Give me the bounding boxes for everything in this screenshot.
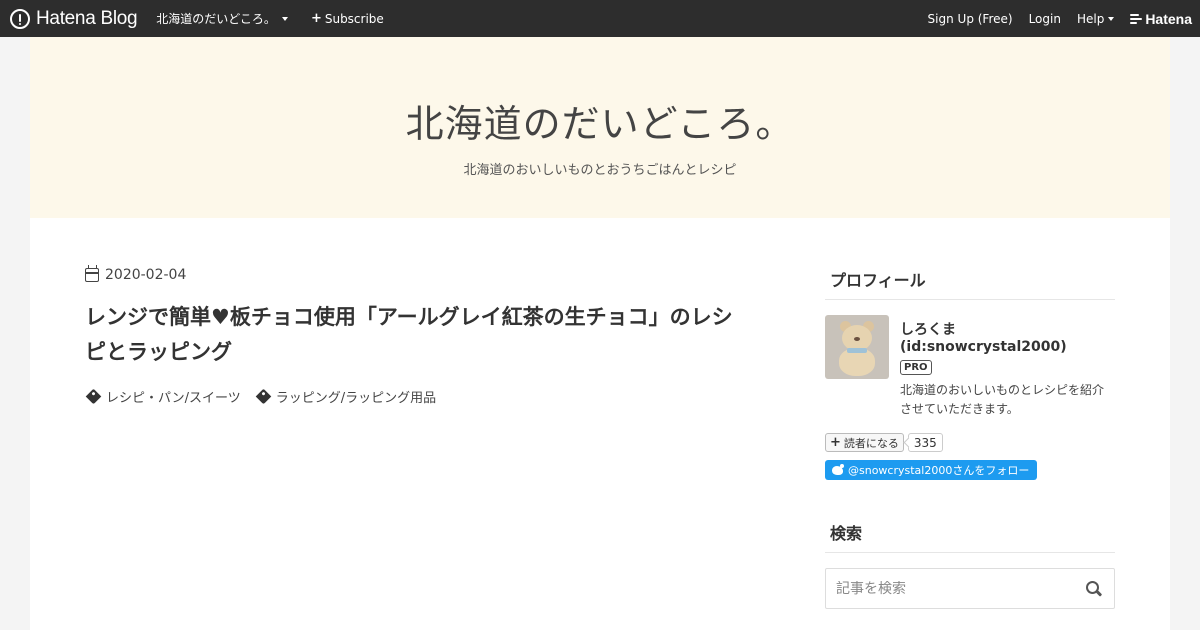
article-date[interactable]: 2020-02-04 xyxy=(85,265,745,283)
search-input[interactable] xyxy=(836,580,1056,597)
reader-row: + 読者になる 335 xyxy=(825,433,1115,452)
plus-icon: + xyxy=(830,435,841,450)
avatar[interactable] xyxy=(825,315,889,379)
profile-info: しろくま (id:snowcrystal2000) PRO 北海道のおいしいもの… xyxy=(900,315,1115,419)
blog-menu-dropdown[interactable]: 北海道のだいどころ。 xyxy=(156,10,288,27)
help-menu[interactable]: Help xyxy=(1076,11,1115,26)
logo-text: Hatena Blog xyxy=(36,7,138,29)
reader-button-label: 読者になる xyxy=(843,436,899,450)
entry-title[interactable]: レンジで簡単♥板チョコ使用「アールグレイ紅茶の生チョコ」のレシピとラッピング xyxy=(85,300,745,370)
tag-icon xyxy=(255,388,272,405)
site-description: 北海道のおいしいものとおうちごはんとレシピ xyxy=(463,163,737,178)
calendar-icon xyxy=(85,265,99,282)
sidebar-profile-module: プロフィール しろくま (id:snowcrystal2000) PRO 北海道… xyxy=(825,267,1115,480)
hatena-wind-icon xyxy=(1130,13,1143,24)
hatena-logo-icon xyxy=(10,8,30,29)
article: 2020-02-04 レンジで簡単♥板チョコ使用「アールグレイ紅茶の生チョコ」の… xyxy=(85,265,745,406)
profile-title: プロフィール xyxy=(825,267,1115,300)
category-link[interactable]: レシピ・パン/スイーツ xyxy=(85,387,241,406)
search-icon[interactable] xyxy=(1086,580,1102,597)
subscribe-label: Subscribe xyxy=(324,11,384,26)
help-label: Help xyxy=(1076,11,1105,26)
profile-description: 北海道のおいしいものとレシピを紹介させていただきます。 xyxy=(900,383,1105,416)
caret-down-icon xyxy=(281,16,288,21)
tag-icon xyxy=(85,388,102,405)
signup-link[interactable]: Sign Up (Free) xyxy=(928,12,1013,26)
hatena-brand-link[interactable]: Hatena xyxy=(1130,11,1192,27)
twitter-follow-button[interactable]: @snowcrystal2000さんをフォロー xyxy=(825,460,1038,480)
category-label: レシピ・パン/スイーツ xyxy=(106,391,241,406)
brand-label: Hatena xyxy=(1145,10,1192,27)
hatena-blog-logo[interactable]: Hatena Blog xyxy=(10,0,138,37)
blog-menu-label: 北海道のだいどころ。 xyxy=(156,12,276,26)
twitter-follow-label: @snowcrystal2000さんをフォロー xyxy=(848,464,1030,477)
login-link[interactable]: Login xyxy=(1029,12,1061,26)
site-title[interactable]: 北海道のだいどころ。 xyxy=(406,93,795,148)
caret-down-icon xyxy=(1108,16,1115,21)
blog-page: 北海道のだいどころ。 北海道のおいしいものとおうちごはんとレシピ 2020-02… xyxy=(30,37,1170,630)
search-title: 検索 xyxy=(825,520,1115,553)
subscribe-button[interactable]: + Subscribe xyxy=(311,11,384,26)
twitter-bird-icon xyxy=(832,463,844,475)
category-list: レシピ・パン/スイーツ ラッピング/ラッピング用品 xyxy=(85,387,745,406)
search-box xyxy=(825,568,1115,609)
category-label: ラッピング/ラッピング用品 xyxy=(275,391,437,406)
sidebar-search-module: 検索 xyxy=(825,520,1115,609)
profile-name[interactable]: しろくま (id:snowcrystal2000) xyxy=(900,319,1115,355)
profile: しろくま (id:snowcrystal2000) PRO 北海道のおいしいもの… xyxy=(825,315,1115,419)
date-text: 2020-02-04 xyxy=(105,267,187,283)
header-right-links: Sign Up (Free) Login Help Hatena xyxy=(928,0,1200,37)
category-link[interactable]: ラッピング/ラッピング用品 xyxy=(255,387,436,406)
global-header: Hatena Blog 北海道のだいどころ。 + Subscribe Sign … xyxy=(0,0,1200,37)
blog-header: 北海道のだいどころ。 北海道のおいしいものとおうちごはんとレシピ xyxy=(30,37,1170,218)
subscribe-reader-button[interactable]: + 読者になる xyxy=(825,433,904,452)
reader-count[interactable]: 335 xyxy=(907,433,943,452)
pro-badge[interactable]: PRO xyxy=(900,360,932,375)
plus-icon: + xyxy=(310,11,322,26)
